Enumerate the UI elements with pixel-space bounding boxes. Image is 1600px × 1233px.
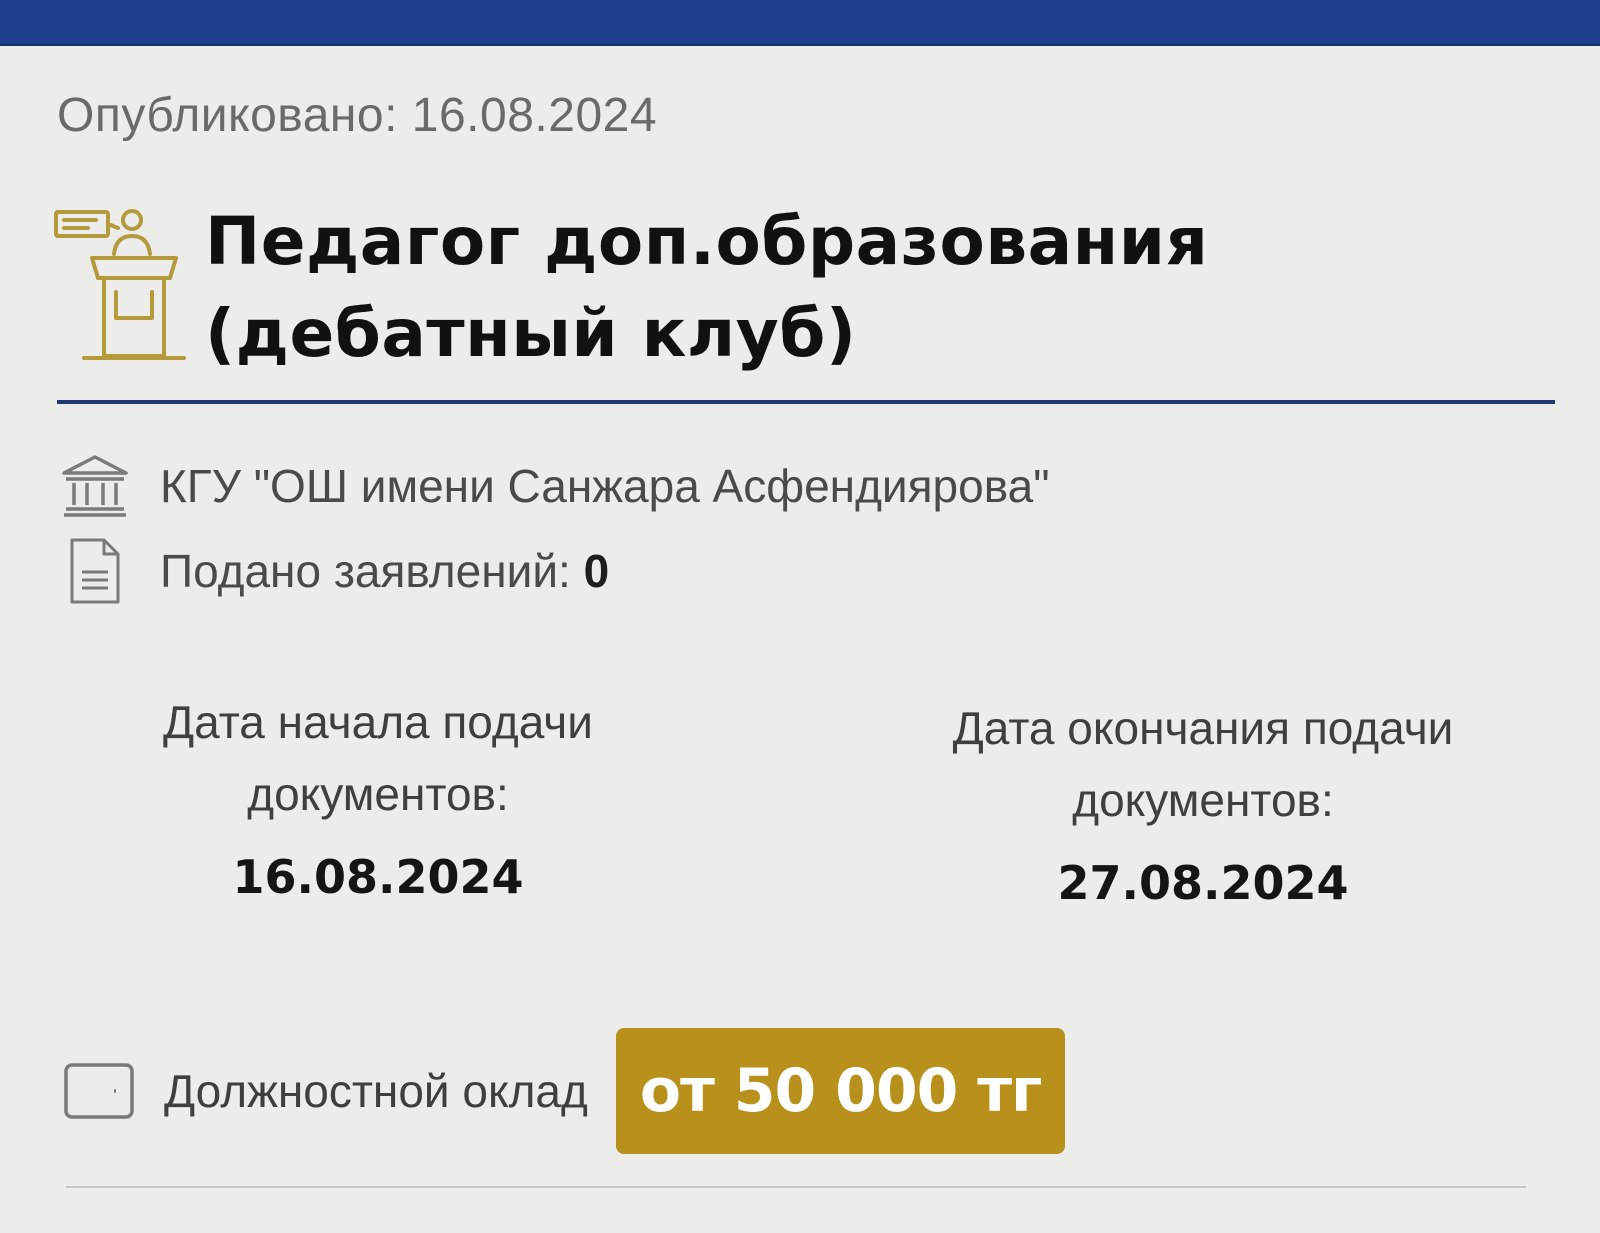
end-date-label: Дата окончания подачи документов: <box>952 702 1454 826</box>
document-icon <box>60 536 130 606</box>
applications-count: 0 <box>583 545 610 597</box>
start-date-value: 16.08.2024 <box>232 850 524 904</box>
institution-building-icon <box>60 451 130 521</box>
published-date: Опубликовано: 16.08.2024 <box>57 89 658 142</box>
salary-label: Должностной оклад <box>164 1065 588 1117</box>
start-date-block: Дата начала подачи документов: 16.08.202… <box>68 686 688 904</box>
organization-name: КГУ "ОШ имени Санжара Асфендиярова" <box>160 460 1050 512</box>
vacancy-title[interactable]: Педагог доп.образования (дебатный клуб) <box>205 196 1525 380</box>
title-divider <box>57 400 1555 404</box>
start-date-label: Дата начала подачи документов: <box>163 696 593 820</box>
applications-label: Подано заявлений: <box>160 545 571 597</box>
end-date-value: 27.08.2024 <box>1057 856 1349 910</box>
salary-badge: от 50 000 тг <box>615 1028 1066 1154</box>
wallet-icon <box>62 1059 138 1123</box>
top-header-bar <box>0 0 1600 46</box>
vacancy-card[interactable]: Опубликовано: 16.08.2024 Педагог доп.обр… <box>0 46 1600 1233</box>
teacher-podium-icon <box>52 206 192 406</box>
salary-row: Должностной оклад от 50 000 тг <box>62 1028 1066 1154</box>
organization-row: КГУ "ОШ имени Санжара Асфендиярова" <box>60 451 1050 521</box>
card-bottom-divider <box>66 1186 1526 1188</box>
applications-row: Подано заявлений: 0 <box>60 536 609 606</box>
end-date-block: Дата окончания подачи документов: 27.08.… <box>893 692 1513 910</box>
